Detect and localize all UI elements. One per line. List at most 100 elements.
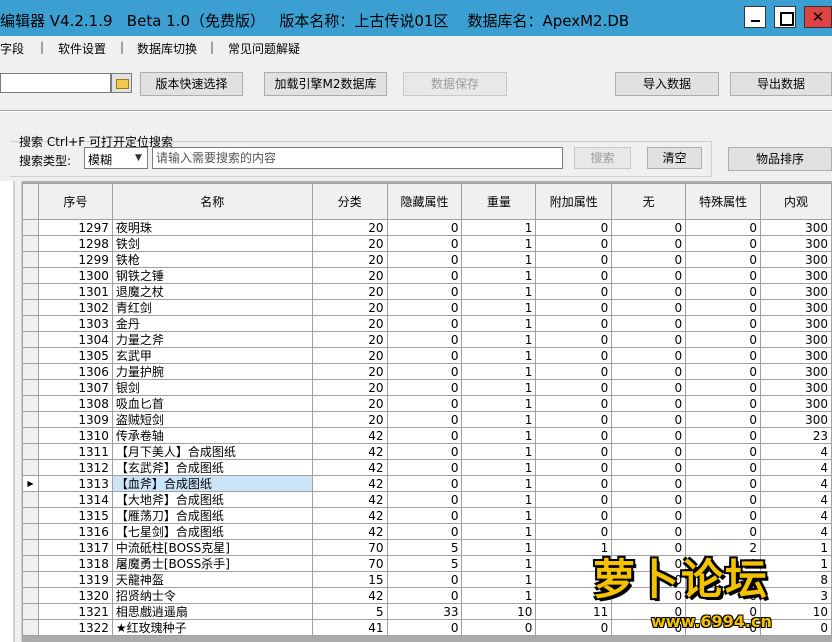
table-row[interactable]: 1308 吸血匕首 20 0 1 0 0 0 300 — [22, 395, 832, 412]
table-cell[interactable]: 1302 — [37, 299, 113, 316]
table-cell[interactable]: 5 — [386, 539, 463, 556]
table-row[interactable]: 1316 【七星剑】合成图纸 42 0 1 0 0 0 4 — [22, 523, 832, 540]
table-cell[interactable]: 1316 — [37, 523, 113, 540]
table-cell[interactable]: 70 — [311, 539, 388, 556]
table-cell[interactable]: 1 — [461, 523, 537, 540]
row-selector[interactable] — [22, 331, 39, 348]
table-cell[interactable]: 【大地斧】合成图纸 — [111, 491, 313, 508]
table-cell[interactable]: 23 — [760, 427, 832, 444]
table-cell[interactable]: 0 — [760, 619, 832, 636]
table-cell[interactable]: 1320 — [37, 587, 113, 604]
row-selector[interactable] — [22, 523, 39, 540]
table-cell[interactable]: 0 — [535, 491, 613, 508]
table-cell[interactable]: 1306 — [37, 363, 113, 380]
table-cell[interactable]: 0 — [685, 443, 762, 460]
table-cell[interactable]: 0 — [386, 299, 463, 316]
table-cell[interactable]: 1298 — [37, 235, 113, 252]
table-cell[interactable]: 铁枪 — [111, 251, 313, 268]
table-cell[interactable]: 1 — [461, 331, 537, 348]
table-cell[interactable]: 退魔之杖 — [111, 283, 313, 300]
table-cell[interactable]: 0 — [386, 459, 463, 476]
table-cell[interactable]: 0 — [535, 315, 613, 332]
table-cell[interactable]: 铁剑 — [111, 235, 313, 252]
table-cell[interactable]: 33 — [386, 603, 463, 620]
table-cell[interactable]: 1322 — [37, 619, 113, 636]
column-header[interactable]: 隐藏属性 — [386, 183, 463, 220]
table-cell[interactable]: 42 — [311, 587, 388, 604]
table-cell[interactable]: 0 — [386, 427, 463, 444]
table-cell[interactable]: 【血斧】合成图纸 — [111, 475, 313, 492]
table-cell[interactable]: 10 — [461, 603, 537, 620]
table-row[interactable]: 1297 夜明珠 20 0 1 0 0 0 300 — [22, 219, 832, 236]
column-header[interactable]: 内观 — [760, 183, 832, 220]
table-cell[interactable]: 0 — [611, 475, 687, 492]
row-selector-arrow-icon[interactable]: ▶ — [22, 475, 39, 492]
table-cell[interactable]: 300 — [760, 283, 832, 300]
table-cell[interactable]: 0 — [386, 347, 463, 364]
table-cell[interactable]: 300 — [760, 299, 832, 316]
table-cell[interactable]: 1310 — [37, 427, 113, 444]
table-cell[interactable]: 20 — [311, 299, 388, 316]
table-cell[interactable]: 相思戲逍遥扇 — [111, 603, 313, 620]
table-row[interactable]: 1305 玄武甲 20 0 1 0 0 0 300 — [22, 347, 832, 364]
row-selector[interactable] — [22, 395, 39, 412]
table-cell[interactable]: 0 — [685, 395, 762, 412]
table-cell[interactable]: 42 — [311, 459, 388, 476]
table-cell[interactable]: 1 — [461, 219, 537, 236]
table-cell[interactable]: 20 — [311, 315, 388, 332]
column-header[interactable]: 无 — [611, 183, 687, 220]
row-selector[interactable] — [22, 219, 39, 236]
table-cell[interactable]: 1318 — [37, 555, 113, 572]
table-cell[interactable]: 0 — [535, 347, 613, 364]
table-cell[interactable]: 【七星剑】合成图纸 — [111, 523, 313, 540]
table-cell[interactable]: 20 — [311, 235, 388, 252]
table-cell[interactable]: 0 — [685, 459, 762, 476]
table-cell[interactable]: 8 — [760, 571, 832, 588]
table-cell[interactable]: 0 — [461, 619, 537, 636]
table-cell[interactable]: 0 — [535, 379, 613, 396]
table-cell[interactable]: 传承卷轴 — [111, 427, 313, 444]
table-cell[interactable]: 屠魔勇士[BOSS杀手] — [111, 555, 313, 572]
table-row[interactable]: 1306 力量护腕 20 0 1 0 0 0 300 — [22, 363, 832, 380]
row-selector[interactable] — [22, 315, 39, 332]
table-row[interactable]: 1318 屠魔勇士[BOSS杀手] 70 5 1 0 0 0 1 — [22, 555, 832, 572]
table-cell[interactable]: 1 — [461, 475, 537, 492]
table-cell[interactable]: 1297 — [37, 219, 113, 236]
table-cell[interactable]: 1 — [461, 587, 537, 604]
table-cell[interactable]: 42 — [311, 427, 388, 444]
table-cell[interactable]: 天龍神盔 — [111, 571, 313, 588]
table-cell[interactable]: 1319 — [37, 571, 113, 588]
table-cell[interactable]: 0 — [535, 395, 613, 412]
table-cell[interactable]: 5 — [311, 603, 388, 620]
table-cell[interactable]: 300 — [760, 379, 832, 396]
table-cell[interactable]: 0 — [386, 523, 463, 540]
table-cell[interactable]: 0 — [685, 475, 762, 492]
table-cell[interactable]: 1 — [461, 411, 537, 428]
row-selector[interactable] — [22, 363, 39, 380]
table-row[interactable]: 1321 相思戲逍遥扇 5 33 10 11 0 0 10 — [22, 603, 832, 620]
table-cell[interactable]: 0 — [611, 491, 687, 508]
column-header[interactable]: 重量 — [461, 183, 537, 220]
table-cell[interactable]: 20 — [311, 331, 388, 348]
column-header[interactable]: 分类 — [311, 183, 388, 220]
table-cell[interactable]: 0 — [685, 619, 762, 636]
table-row[interactable]: 1319 天龍神盔 15 0 1 0 0 0 8 — [22, 571, 832, 588]
table-cell[interactable]: 0 — [535, 507, 613, 524]
table-cell[interactable]: 0 — [386, 331, 463, 348]
search-type-select[interactable]: 模糊 ▼ — [84, 147, 148, 169]
table-cell[interactable]: 300 — [760, 267, 832, 284]
menu-item-db-switch[interactable]: 数据库切换 — [137, 40, 197, 57]
table-cell[interactable]: 0 — [685, 427, 762, 444]
table-cell[interactable]: 0 — [685, 379, 762, 396]
table-row[interactable]: 1310 传承卷轴 42 0 1 0 0 0 23 — [22, 427, 832, 444]
table-cell[interactable]: 0 — [685, 251, 762, 268]
table-cell[interactable]: 1317 — [37, 539, 113, 556]
table-cell[interactable]: 4 — [760, 443, 832, 460]
table-cell[interactable]: 钢铁之锤 — [111, 267, 313, 284]
table-cell[interactable]: 1 — [461, 251, 537, 268]
table-cell[interactable]: 20 — [311, 411, 388, 428]
table-cell[interactable]: 0 — [685, 523, 762, 540]
table-cell[interactable]: 0 — [535, 571, 613, 588]
table-cell[interactable]: 夜明珠 — [111, 219, 313, 236]
table-cell[interactable]: 0 — [611, 347, 687, 364]
